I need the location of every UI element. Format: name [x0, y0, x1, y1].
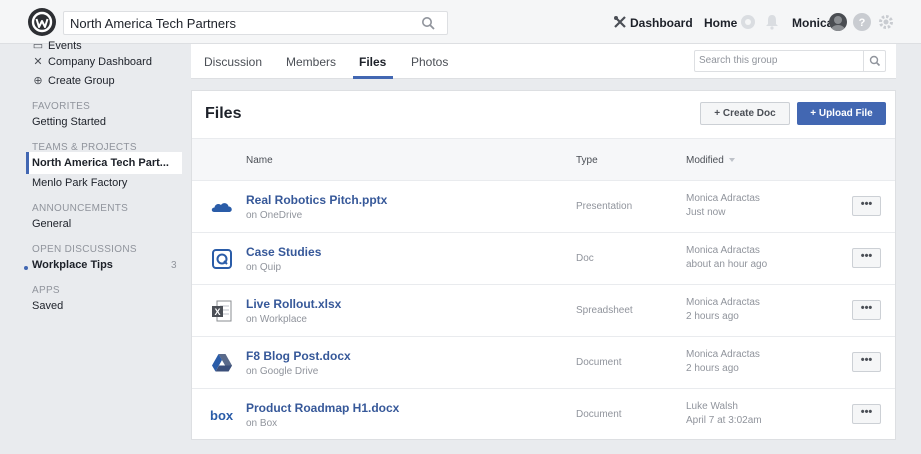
calendar-icon: ▭	[32, 40, 44, 52]
svg-text:box: box	[210, 408, 234, 423]
create-doc-button[interactable]: + Create Doc	[700, 102, 790, 125]
home-link[interactable]: Home	[704, 16, 737, 30]
file-type: Document	[576, 409, 622, 420]
table-row[interactable]: F8 Blog Post.docx on Google Drive Docume…	[192, 337, 895, 389]
file-source: on OneDrive	[246, 210, 303, 221]
sidebar-header-open-discussions: OPEN DISCUSSIONS	[32, 244, 137, 255]
unread-dot	[24, 266, 28, 270]
more-options-button[interactable]: •••	[852, 196, 881, 216]
plus-circle-icon: ⊕	[33, 75, 43, 87]
notifications-bell-icon[interactable]	[763, 13, 781, 31]
tools-icon: ✕	[33, 56, 43, 68]
top-bar: North America Tech Partners Dashboard Ho…	[0, 0, 921, 44]
more-options-button[interactable]: •••	[852, 352, 881, 372]
file-source: on Quip	[246, 262, 282, 273]
sidebar-item-events[interactable]: ▭ Events	[32, 39, 82, 52]
modified-by[interactable]: Monica Adractas	[686, 297, 760, 308]
svg-text:?: ?	[859, 17, 866, 29]
sidebar-header-announcements: ANNOUNCEMENTS	[32, 203, 129, 214]
file-name-link[interactable]: Real Robotics Pitch.pptx	[246, 193, 387, 207]
file-type: Presentation	[576, 201, 633, 212]
quip-icon	[210, 247, 234, 271]
more-options-button[interactable]: •••	[852, 404, 881, 424]
table-row[interactable]: box Product Roadmap H1.docx on Box Docum…	[192, 389, 895, 441]
tab-files[interactable]: Files	[359, 55, 386, 69]
group-search-button[interactable]	[863, 51, 885, 71]
modified-by[interactable]: Monica Adractas	[686, 349, 760, 360]
file-type: Document	[576, 357, 622, 368]
more-options-button[interactable]: •••	[852, 248, 881, 268]
file-source: on Workplace	[246, 314, 307, 325]
sidebar-item-north-america-tech-partners[interactable]: North America Tech Part...	[32, 157, 169, 169]
files-title: Files	[205, 105, 242, 122]
group-tabs-bar: Discussion Members Files Photos	[191, 44, 896, 79]
tab-members[interactable]: Members	[286, 55, 336, 69]
table-row[interactable]: X Live Rollout.xlsx on Workplace Spreads…	[192, 285, 895, 337]
global-search-input[interactable]: North America Tech Partners	[63, 11, 448, 35]
files-table-header: Name Type Modified	[192, 138, 895, 181]
search-value: North America Tech Partners	[70, 16, 236, 31]
more-options-button[interactable]: •••	[852, 300, 881, 320]
sidebar-item-create-group[interactable]: ⊕ Create Group	[32, 74, 114, 87]
sidebar-item-company-dashboard[interactable]: ✕ Company Dashboard	[32, 55, 152, 68]
group-search-box	[694, 50, 886, 72]
group-search-input[interactable]	[699, 55, 859, 66]
google-drive-icon	[210, 351, 234, 375]
active-tab-indicator	[353, 76, 393, 79]
sidebar-header-favorites: FAVORITES	[32, 101, 91, 112]
file-source: on Box	[246, 418, 278, 429]
help-icon[interactable]: ?	[853, 13, 871, 31]
box-icon: box	[210, 403, 234, 427]
unread-count-badge: 3	[171, 260, 177, 271]
modified-time: April 7 at 3:02am	[686, 415, 762, 426]
tab-photos[interactable]: Photos	[411, 55, 448, 69]
tab-discussion[interactable]: Discussion	[204, 55, 262, 69]
excel-icon: X	[210, 299, 234, 323]
file-source: on Google Drive	[246, 366, 319, 377]
file-name-link[interactable]: Case Studies	[246, 245, 321, 259]
table-row[interactable]: Case Studies on Quip Doc Monica Adractas…	[192, 233, 895, 285]
file-name-link[interactable]: F8 Blog Post.docx	[246, 349, 351, 363]
upload-file-button[interactable]: + Upload File	[797, 102, 886, 125]
left-sidebar: ▭ Events ✕ Company Dashboard ⊕ Create Group…	[0, 40, 190, 454]
sidebar-item-menlo-park-factory[interactable]: Menlo Park Factory	[32, 177, 127, 189]
avatar[interactable]	[829, 13, 847, 31]
modified-by[interactable]: Luke Walsh	[686, 401, 738, 412]
file-type: Doc	[576, 253, 594, 264]
column-header-name[interactable]: Name	[246, 155, 273, 166]
modified-by[interactable]: Monica Adractas	[686, 245, 760, 256]
sort-caret-icon	[728, 158, 735, 163]
onedrive-icon	[210, 195, 234, 219]
chat-icon[interactable]	[739, 13, 757, 31]
modified-time: 2 hours ago	[686, 311, 739, 322]
tools-icon	[613, 15, 627, 29]
column-header-type[interactable]: Type	[576, 155, 598, 166]
search-icon[interactable]	[421, 16, 435, 35]
settings-gear-icon[interactable]	[877, 13, 895, 31]
column-header-modified[interactable]: Modified	[686, 155, 735, 166]
modified-time: Just now	[686, 207, 726, 218]
user-name-link[interactable]: Monica	[792, 16, 833, 30]
dashboard-link[interactable]: Dashboard	[630, 16, 693, 30]
sidebar-item-saved[interactable]: Saved	[32, 300, 63, 312]
files-card: Files + Create Doc + Upload File Name Ty…	[191, 90, 896, 440]
sidebar-item-getting-started[interactable]: Getting Started	[32, 116, 106, 128]
table-row[interactable]: Real Robotics Pitch.pptx on OneDrive Pre…	[192, 181, 895, 233]
workplace-logo-icon[interactable]	[28, 8, 56, 36]
file-type: Spreadsheet	[576, 305, 633, 316]
modified-by[interactable]: Monica Adractas	[686, 193, 760, 204]
modified-time: about an hour ago	[686, 259, 768, 270]
file-name-link[interactable]: Product Roadmap H1.docx	[246, 401, 399, 415]
sidebar-active-indicator	[26, 152, 29, 174]
svg-text:X: X	[214, 307, 220, 317]
modified-time: 2 hours ago	[686, 363, 739, 374]
sidebar-header-apps: APPS	[32, 285, 60, 296]
file-name-link[interactable]: Live Rollout.xlsx	[246, 297, 341, 311]
sidebar-item-workplace-tips[interactable]: Workplace Tips	[32, 259, 113, 271]
sidebar-item-general[interactable]: General	[32, 218, 71, 230]
